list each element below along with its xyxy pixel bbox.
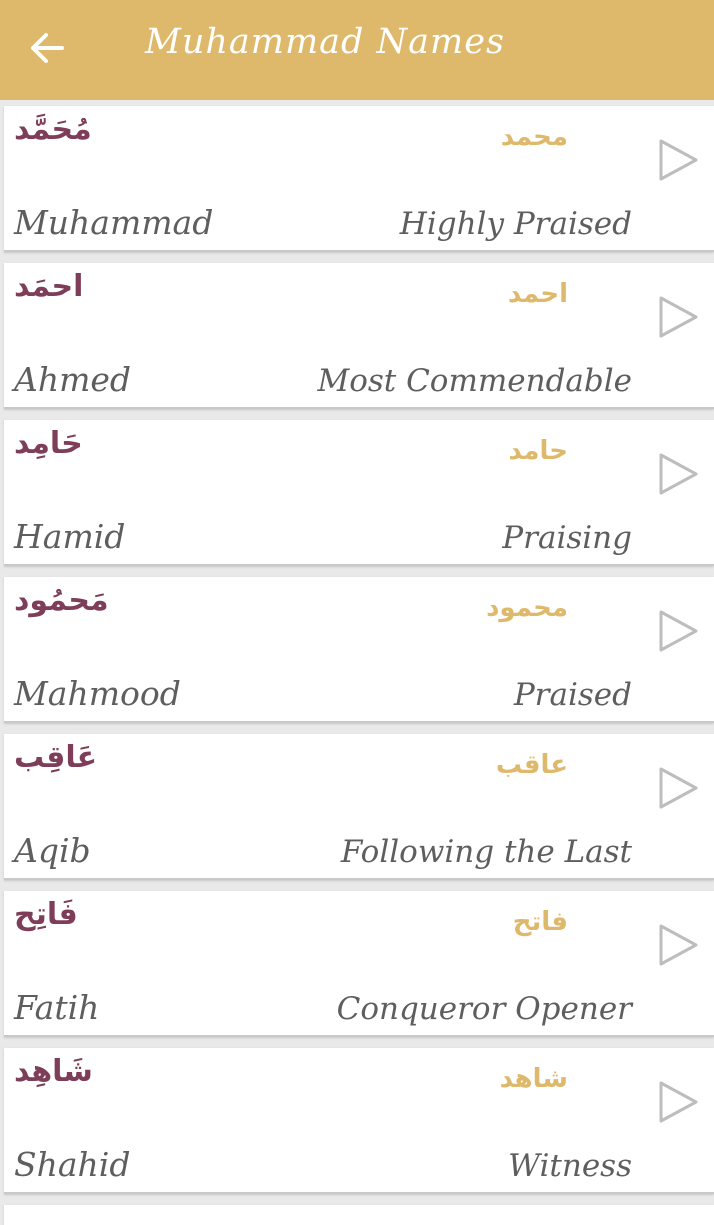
list-item[interactable]: عَاقِب عاقب Aqib Following the Last [4,734,714,880]
arabic-name-voweled: فَاتِح [14,897,78,932]
name-meaning: Witness [508,1148,632,1184]
arabic-name-voweled: احمَد [14,269,84,304]
name-meaning: Praised [513,677,632,713]
play-icon [659,610,698,652]
list-item[interactable]: مَحمُود محمود Mahmood Praised [4,577,714,723]
arabic-name: حامد [508,436,568,466]
play-icon [659,1081,698,1123]
play-icon [659,453,698,495]
list-item[interactable]: شَاهِد شاهد Shahid Witness [4,1048,714,1194]
play-button[interactable] [656,766,700,810]
name-meaning: Most Commendable [317,363,632,399]
page-title: Muhammad Names [145,22,505,62]
play-button[interactable] [656,609,700,653]
app-bar: Muhammad Names [0,0,714,100]
arabic-name-voweled: مُحَمَّد [14,112,92,147]
name-meaning: Praising [502,520,632,556]
play-icon [659,296,698,338]
arabic-name: محمود [486,593,568,623]
arabic-name-voweled: حَامِد [14,426,83,461]
arabic-name: شاهد [499,1064,568,1094]
arabic-name-voweled: عَاقِب [14,740,98,775]
arabic-name-voweled: مَحمُود [14,583,109,618]
english-name: Muhammad [14,203,214,242]
english-name: Mahmood [14,674,181,713]
english-name: Shahid [14,1145,131,1184]
back-button[interactable] [24,26,72,70]
play-button[interactable] [656,923,700,967]
list-item[interactable]: مُحَمَّد محمد Muhammad Highly Praised [4,106,714,252]
english-name: Ahmed [14,360,132,399]
arabic-name-voweled: شَاهِد [14,1054,93,1089]
name-meaning: Highly Praised [399,206,632,242]
english-name: Hamid [14,517,126,556]
play-icon [659,767,698,809]
arabic-name: احمد [507,279,568,309]
play-icon [659,924,698,966]
arabic-name: فاتح [512,907,568,937]
name-meaning: Following the Last [340,834,632,870]
list-item[interactable]: احمَد احمد Ahmed Most Commendable [4,263,714,409]
list-item[interactable]: فَاتِح فاتح Fatih Conqueror Opener [4,891,714,1037]
list-item-partial[interactable] [4,1205,714,1225]
play-button[interactable] [656,295,700,339]
arabic-name: محمد [500,122,568,152]
play-button[interactable] [656,1080,700,1124]
english-name: Aqib [14,831,91,870]
play-button[interactable] [656,452,700,496]
play-icon [659,139,698,181]
play-button[interactable] [656,138,700,182]
arabic-name: عاقب [495,750,568,780]
list-item[interactable]: حَامِد حامد Hamid Praising [4,420,714,566]
name-meaning: Conqueror Opener [336,991,632,1027]
english-name: Fatih [14,988,100,1027]
arrow-left-icon [31,33,64,63]
